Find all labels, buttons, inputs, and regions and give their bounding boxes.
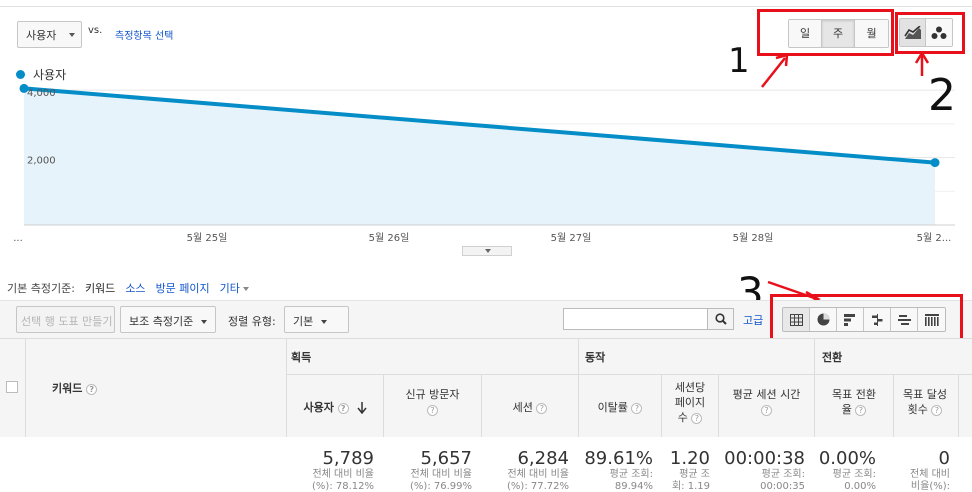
total-sub: (%): 76.99% (410, 481, 472, 492)
annotation-number-2: 2 (928, 70, 956, 121)
group-acquisition: 획득 (291, 351, 312, 364)
col-header-label: 이탈률 (597, 401, 628, 414)
col-header-goal-completions[interactable]: 목표 달성 횟수 ? (894, 387, 956, 417)
col-header-goal-conversion-rate[interactable]: 목표 전환 율 ? (815, 387, 893, 417)
col-header-sessions[interactable]: 세션 ? (482, 400, 578, 415)
col-header-label-line: 수 (677, 411, 688, 424)
secondary-dimension-dropdown[interactable]: 보조 측정기준 (120, 306, 217, 333)
group-behavior: 동작 (585, 351, 606, 364)
col-header-label-line: 세션당 (674, 381, 706, 394)
dimension-keyword[interactable]: 키워드 (85, 280, 115, 296)
total-value: 5,657 (420, 448, 472, 469)
total-goal-completions: 0 전체 대비 비율(%): (894, 449, 950, 492)
dimension-more[interactable]: 기타 (220, 280, 249, 296)
help-icon[interactable]: ? (631, 402, 643, 414)
total-sub: (%): 77.72% (507, 481, 569, 492)
total-value: 89.61% (584, 448, 653, 469)
total-pages-per-session: 1.20 평균 조 회: 1.19 (662, 449, 710, 492)
primary-dimension-bar: 기본 측정기준: 키워드 소스 방문 페이지 기타 (7, 280, 249, 296)
col-header-label-line: 목표 전환 (832, 388, 876, 401)
sort-type-value: 기본 (293, 315, 314, 328)
chevron-down-icon (201, 320, 208, 324)
total-value: 6,284 (517, 448, 569, 469)
search-icon (714, 313, 727, 325)
total-value: 1.20 (669, 448, 710, 469)
col-header-new-users[interactable]: 신규 방문자 ? (384, 387, 481, 417)
total-sub: 비율(%): (910, 481, 950, 492)
chevron-down-icon (321, 320, 328, 324)
help-icon[interactable]: ? (337, 402, 349, 414)
chevron-down-icon (242, 287, 249, 291)
help-icon[interactable]: ? (691, 412, 703, 424)
dimension-more-label: 기타 (219, 282, 240, 295)
help-icon[interactable]: ? (761, 404, 772, 416)
select-all-checkbox[interactable] (6, 381, 18, 393)
total-sub: (%): 78.12% (312, 481, 374, 492)
col-header-label-line: 횟수 (907, 403, 928, 416)
total-value: 00:00:38 (724, 448, 805, 469)
plot-rows-button[interactable]: 선택 행 도표 만들기 (16, 306, 115, 333)
col-header-users[interactable]: 사용자 ? (287, 400, 383, 415)
table-search-input[interactable] (563, 308, 708, 330)
total-value: 0 (938, 448, 950, 469)
total-sub: 평균 조회: (761, 469, 805, 480)
col-header-pages-per-session[interactable]: 세션당 페이지 수 ? (662, 380, 718, 425)
secondary-dimension-label: 보조 측정기준 (129, 315, 194, 328)
help-icon[interactable]: ? (931, 404, 943, 416)
total-avg-session-duration: 00:00:38 평균 조회: 00:00:35 (719, 449, 805, 492)
col-header-label-line: 페이지 (674, 396, 706, 409)
total-sub: 전체 대비 비율 (507, 469, 569, 480)
total-sub: 0.00% (844, 481, 876, 492)
col-header-label-line: 율 (841, 403, 852, 416)
group-conversions: 전환 (822, 351, 843, 364)
col-header-label: 세션 (512, 401, 533, 414)
dimension-landing-page[interactable]: 방문 페이지 (156, 280, 210, 296)
total-bounce-rate: 89.61% 평균 조회: 89.94% (579, 449, 653, 492)
help-icon[interactable]: ? (86, 383, 98, 395)
total-sub: 전체 대비 비율 (410, 469, 472, 480)
help-icon[interactable]: ? (855, 404, 867, 416)
group-divider (286, 374, 972, 375)
col-header-avg-session-duration[interactable]: 평균 세션 시간 ? (719, 387, 814, 417)
total-sub: 전체 대비 비율 (312, 469, 374, 480)
annotation-number-1: 1 (728, 41, 750, 81)
col-header-label: 신규 방문자 (405, 388, 460, 401)
annotation-arrow-1 (761, 57, 786, 88)
total-sub: 89.94% (614, 481, 653, 492)
dimension-header-label: 키워드 (52, 382, 83, 395)
col-header-bounce-rate[interactable]: 이탈률 ? (579, 400, 661, 415)
sort-type-label: 정렬 유형: (228, 315, 276, 328)
col-header-label-line: 목표 달성 (903, 388, 947, 401)
total-sessions: 6,284 전체 대비 비율 (%): 77.72% (482, 449, 569, 492)
advanced-filter-link[interactable]: 고급 (743, 312, 763, 328)
primary-dimension-label: 기본 측정기준: (7, 282, 75, 295)
dimension-header[interactable]: 키워드 ? (52, 380, 98, 396)
col-header-label: 평균 세션 시간 (732, 388, 801, 401)
total-sub: 회: 1.19 (671, 481, 710, 492)
total-goal-conversion-rate: 0.00% 평균 조회: 0.00% (815, 449, 876, 492)
total-value: 0.00% (818, 448, 876, 469)
total-value: 5,789 (322, 448, 374, 469)
sort-descending-icon (356, 402, 367, 415)
total-sub: 평균 조 (679, 469, 710, 480)
total-sub: 00:00:35 (760, 481, 805, 492)
total-sub: 전체 대비 (910, 469, 950, 480)
search-button[interactable] (707, 308, 734, 330)
dimension-source[interactable]: 소스 (125, 280, 145, 296)
total-new-users: 5,657 전체 대비 비율 (%): 76.99% (384, 449, 472, 492)
help-icon[interactable]: ? (427, 404, 438, 416)
sort-type-dropdown[interactable]: 기본 (284, 306, 349, 333)
total-sub: 평균 조회: (832, 469, 876, 480)
total-sub: 평균 조회: (609, 469, 653, 480)
col-header-label: 사용자 (303, 401, 334, 414)
help-icon[interactable]: ? (536, 402, 548, 414)
total-users: 5,789 전체 대비 비율 (%): 78.12% (287, 449, 374, 492)
